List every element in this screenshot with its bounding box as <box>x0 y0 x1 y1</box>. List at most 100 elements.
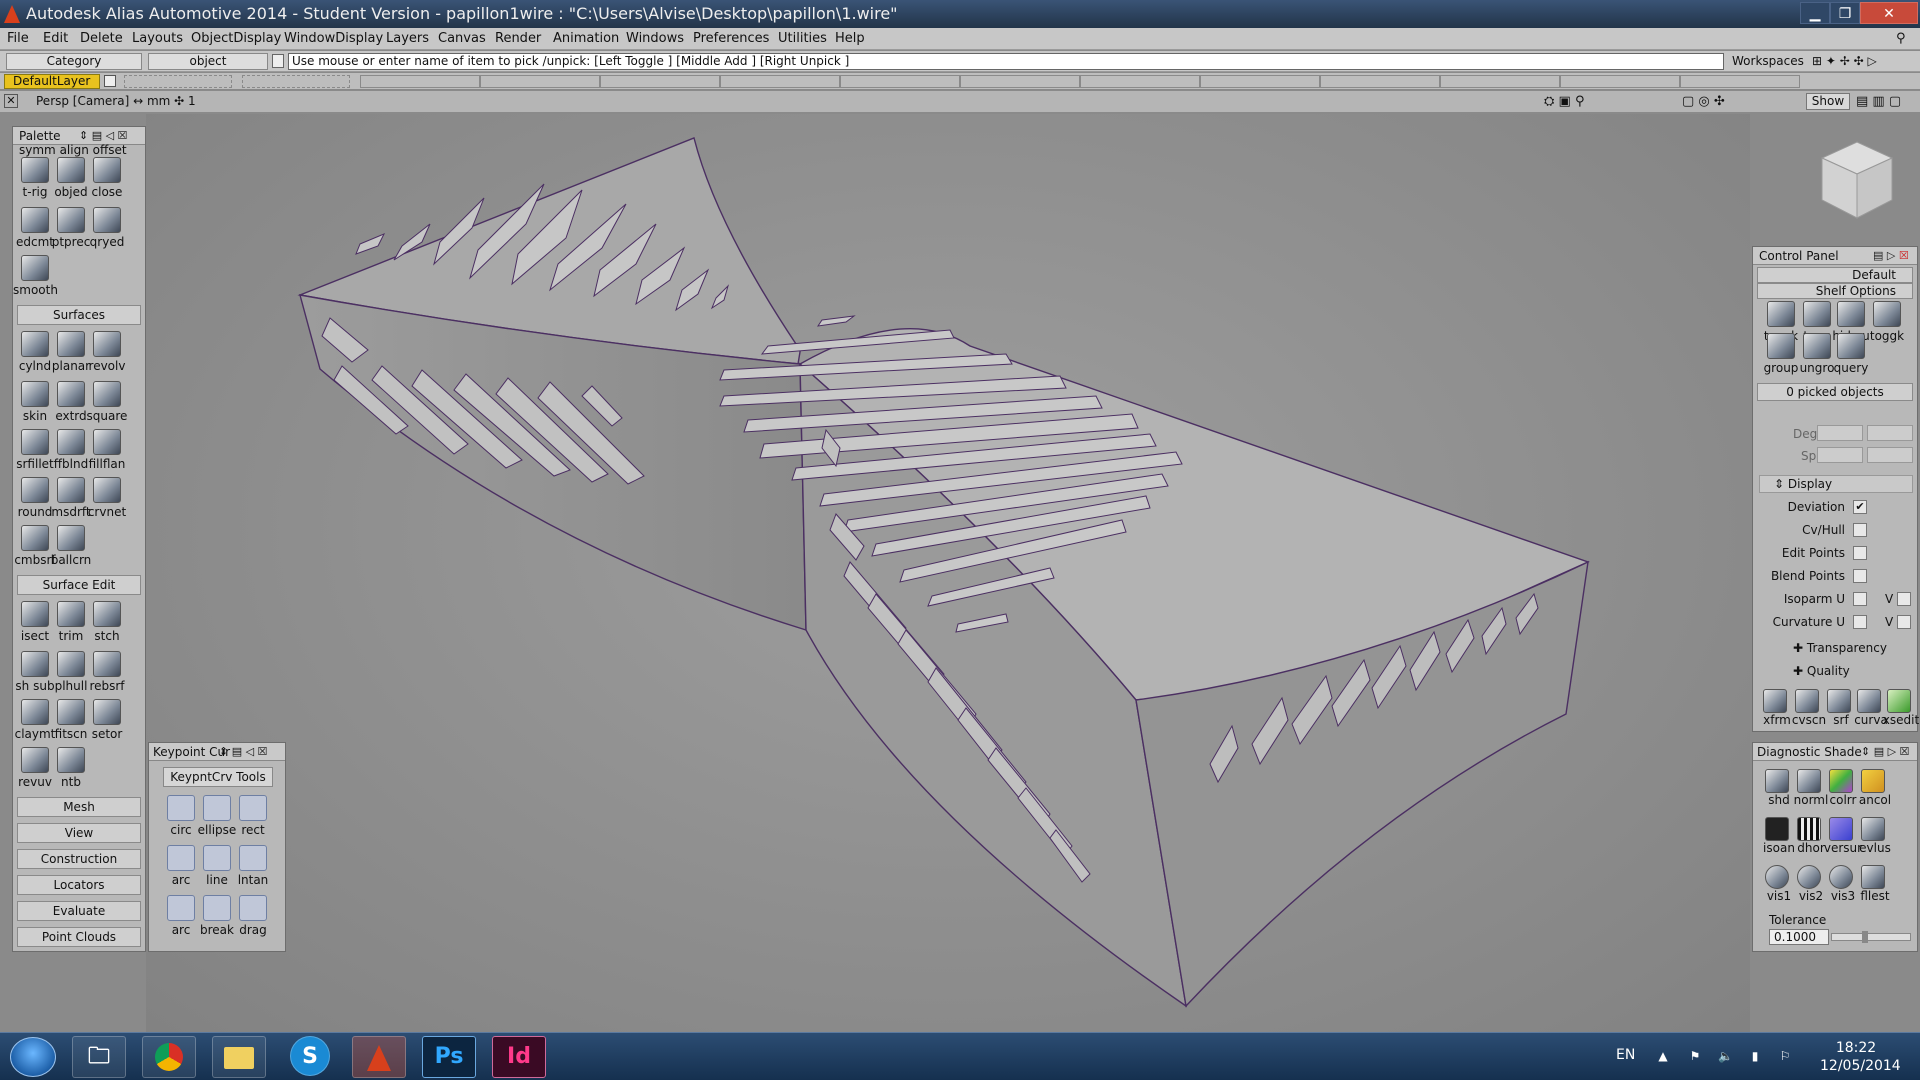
spans-input-2[interactable] <box>1867 447 1913 463</box>
layer-slot[interactable] <box>960 75 1080 88</box>
tray-expand-icon[interactable]: ▲ <box>1656 1049 1670 1063</box>
tolerance-slider[interactable] <box>1831 931 1911 943</box>
menu-windowdisplay[interactable]: WindowDisplay <box>284 31 383 46</box>
transparency-section[interactable]: ✚ Transparency <box>1793 641 1887 655</box>
tool-planar[interactable]: planar <box>52 327 90 377</box>
layer-slot[interactable] <box>1440 75 1560 88</box>
tool-line[interactable]: line <box>199 841 235 891</box>
tool-smooth[interactable]: smooth <box>13 251 57 301</box>
camera-tools-icon[interactable]: ⛭ ▣ ⚲ <box>1544 94 1584 109</box>
tool-cylnd[interactable]: cylnd <box>17 327 53 377</box>
tool-break[interactable]: break <box>199 891 235 941</box>
tool-srf[interactable]: srf <box>1823 685 1855 735</box>
menu-render[interactable]: Render <box>495 31 541 46</box>
section-construction[interactable]: Construction <box>17 849 141 869</box>
layout-icon[interactable]: ▤ ▥ ▢ <box>1856 94 1901 109</box>
tool-ballcrn[interactable]: ballcrn <box>51 521 91 571</box>
layer-slot[interactable] <box>840 75 960 88</box>
object-pick-button[interactable]: object <box>148 53 268 70</box>
diag-tool-shd[interactable]: shd <box>1761 765 1793 815</box>
deviation-checkbox[interactable]: ✔ <box>1853 500 1867 514</box>
diag-tool-dhor[interactable]: dhor <box>1793 813 1825 863</box>
taskbar-explorer-icon[interactable]: 🗀 <box>72 1036 126 1078</box>
palette-controls-icon[interactable]: ⇕ ▤ ◁ ☒ <box>79 129 127 142</box>
section-mesh[interactable]: Mesh <box>17 797 141 817</box>
tool-extrd[interactable]: extrd <box>53 377 89 427</box>
tool-srfillet[interactable]: srfillet <box>16 425 54 475</box>
diag-tool-ancol[interactable]: ancol <box>1857 765 1891 815</box>
menu-edit[interactable]: Edit <box>43 31 68 46</box>
display-section[interactable]: ⇕ Display <box>1759 475 1913 493</box>
shelf-tool-query[interactable]: query <box>1833 329 1869 379</box>
picked-objects-dropdown[interactable]: 0 picked objects <box>1757 383 1913 401</box>
3d-viewport[interactable] <box>41 114 1750 1032</box>
isoparm-v-checkbox[interactable] <box>1897 592 1911 606</box>
diag-tool-vis2[interactable]: vis2 <box>1793 861 1825 911</box>
tool-cmbsrf[interactable]: cmbsrf <box>14 521 56 571</box>
layer-slot[interactable] <box>1080 75 1200 88</box>
tool-xsedit[interactable]: xsedit <box>1883 685 1919 735</box>
menu-objectdisplay[interactable]: ObjectDisplay <box>191 31 281 46</box>
tool-drag[interactable]: drag <box>235 891 271 941</box>
layer-visibility-checkbox[interactable] <box>104 75 116 87</box>
control-panel-controls-icon[interactable]: ▤ ▷ ☒ <box>1873 249 1909 262</box>
menu-canvas[interactable]: Canvas <box>438 31 486 46</box>
tool-crvnet[interactable]: crvnet <box>88 473 126 523</box>
section-evaluate[interactable]: Evaluate <box>17 901 141 921</box>
taskbar-photoshop-icon[interactable]: Ps <box>422 1036 476 1078</box>
tool-curva[interactable]: curva <box>1853 685 1888 735</box>
cvhull-checkbox[interactable] <box>1853 523 1867 537</box>
menu-file[interactable]: File <box>7 31 29 46</box>
layer-slot[interactable] <box>720 75 840 88</box>
search-user-icon[interactable]: ⚲ <box>1896 31 1906 46</box>
tool-msdrft[interactable]: msdrft <box>51 473 91 523</box>
tool-fillflan[interactable]: fillflan <box>89 425 125 475</box>
keypoint-tools-tab[interactable]: KeypntCrv Tools <box>163 767 273 787</box>
section-point-clouds[interactable]: Point Clouds <box>17 927 141 947</box>
tool-cvscn[interactable]: cvscn <box>1791 685 1826 735</box>
tool-ffblnd[interactable]: ffblnd <box>53 425 89 475</box>
tool-trim[interactable]: trim <box>53 597 89 647</box>
tool-rect[interactable]: rect <box>235 791 271 841</box>
category-button[interactable]: Category <box>6 53 142 70</box>
tool-arc[interactable]: arc <box>163 841 199 891</box>
shelf-default-dropdown[interactable]: Default <box>1757 267 1913 283</box>
default-layer-button[interactable]: DefaultLayer <box>4 74 100 89</box>
viewport-close-icon[interactable]: ✕ <box>4 94 18 108</box>
curvature-u-checkbox[interactable] <box>1853 615 1867 629</box>
section-surface-edit[interactable]: Surface Edit <box>17 575 141 595</box>
tool-ellipse[interactable]: ellipse <box>198 791 236 841</box>
tool-ntb[interactable]: ntb <box>53 743 89 793</box>
tolerance-input[interactable]: 0.1000 <box>1769 929 1829 945</box>
edit-points-checkbox[interactable] <box>1853 546 1867 560</box>
diag-tool-evlus[interactable]: evlus <box>1857 813 1891 863</box>
spans-input[interactable] <box>1817 447 1863 463</box>
close-button[interactable]: ✕ <box>1860 2 1918 24</box>
language-indicator[interactable]: EN <box>1616 1047 1635 1063</box>
taskbar-autodesk-icon[interactable] <box>352 1036 406 1078</box>
section-surfaces[interactable]: Surfaces <box>17 305 141 325</box>
tool-xfrm[interactable]: xfrm <box>1759 685 1791 735</box>
workspaces-label[interactable]: Workspaces <box>1732 54 1804 68</box>
tool-qryed[interactable]: qryed <box>89 203 125 253</box>
menu-help[interactable]: Help <box>835 31 865 46</box>
tool-square[interactable]: square <box>87 377 127 427</box>
diag-tool-versur[interactable]: versur <box>1824 813 1862 863</box>
diagnostic-controls-icon[interactable]: ⇕ ▤ ▷ ☒ <box>1861 745 1909 758</box>
tool-objed[interactable]: objed <box>53 153 89 203</box>
view-mode-icon[interactable]: ▢ ◎ ✣ <box>1682 94 1725 109</box>
shelf-tool-toggk-2[interactable]: toggk <box>1869 297 1905 347</box>
tool-lntan[interactable]: lntan <box>235 841 271 891</box>
tool-isect[interactable]: isect <box>17 597 53 647</box>
taskbar-skype-icon[interactable]: S <box>290 1036 330 1076</box>
tool-round[interactable]: round <box>17 473 53 523</box>
tool-fitscn[interactable]: fitscn <box>53 695 89 745</box>
menu-animation[interactable]: Animation <box>553 31 619 46</box>
diag-tool-colrr[interactable]: colrr <box>1825 765 1857 815</box>
tool-plhull[interactable]: plhull <box>53 647 89 697</box>
shelf-tool-group[interactable]: group <box>1763 329 1799 379</box>
layer-slot[interactable] <box>1200 75 1320 88</box>
diag-tool-fllest[interactable]: fllest <box>1857 861 1890 911</box>
menu-layers[interactable]: Layers <box>386 31 429 46</box>
view-cube[interactable] <box>1820 140 1894 220</box>
